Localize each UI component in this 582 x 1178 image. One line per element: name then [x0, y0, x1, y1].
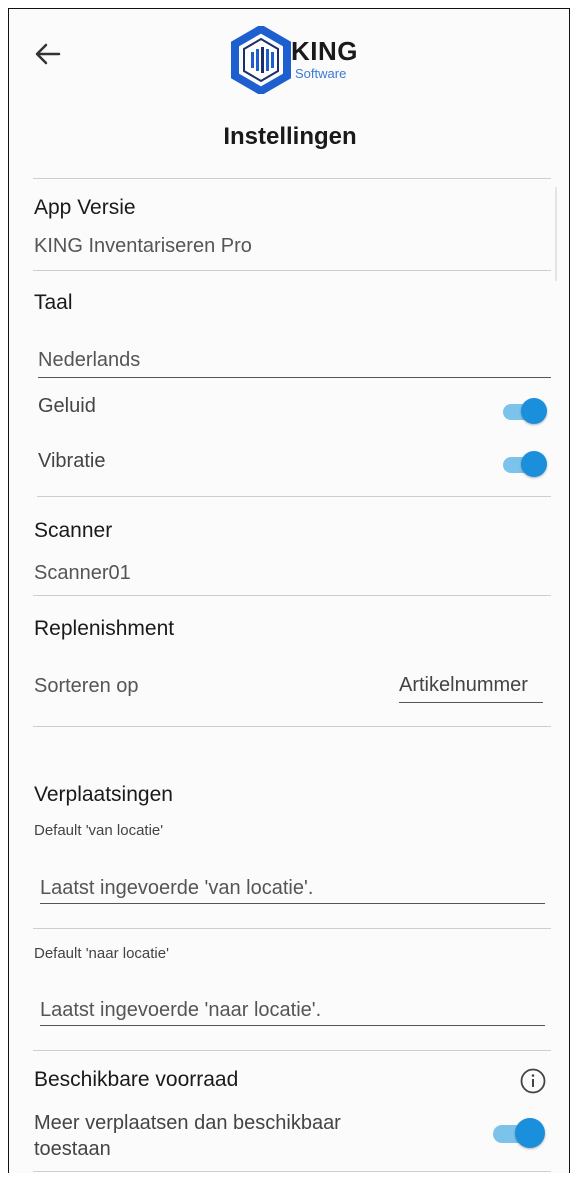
toggle-knob [521, 451, 547, 477]
to-location-label: Default 'naar locatie' [34, 945, 169, 962]
logo-text: KING [291, 36, 358, 66]
divider [33, 1050, 551, 1051]
scrollbar[interactable] [555, 187, 557, 281]
language-underline [38, 377, 551, 378]
divider [33, 1171, 551, 1172]
info-icon[interactable] [519, 1067, 547, 1095]
from-location-input[interactable]: Laatst ingevoerde 'van locatie'. [40, 877, 313, 900]
sort-label: Sorteren op [34, 675, 139, 697]
to-location-underline [40, 1025, 545, 1026]
allow-more-label: Meer verplaatsen dan beschikbaar toestaa… [34, 1110, 341, 1162]
sort-select[interactable]: Artikelnummer [399, 674, 528, 697]
scanner-label: Scanner [34, 519, 113, 542]
logo-subtext: Software [295, 66, 347, 81]
allow-more-line1: Meer verplaatsen dan beschikbaar [34, 1112, 341, 1134]
sound-label: Geluid [38, 395, 96, 417]
app-version-label: App Versie [34, 196, 136, 219]
toggle-knob [515, 1118, 545, 1148]
divider [33, 178, 551, 179]
sound-toggle[interactable] [503, 398, 547, 424]
from-location-underline [40, 903, 545, 904]
divider [33, 270, 551, 271]
sort-underline [399, 702, 543, 703]
king-software-logo: KING Software [231, 24, 371, 96]
language-label: Taal [34, 291, 73, 314]
available-stock-label: Beschikbare voorraad [34, 1068, 239, 1091]
moves-label: Verplaatsingen [34, 783, 173, 806]
divider [33, 726, 551, 727]
to-location-input[interactable]: Laatst ingevoerde 'naar locatie'. [40, 999, 321, 1022]
divider [33, 928, 551, 929]
allow-more-line2: toestaan [34, 1138, 111, 1160]
toggle-knob [521, 398, 547, 424]
language-select[interactable]: Nederlands [38, 349, 140, 372]
divider [33, 595, 551, 596]
app-version-value: KING Inventariseren Pro [34, 235, 252, 257]
from-location-label: Default 'van locatie' [34, 822, 164, 839]
settings-screen: KING Software Instellingen App Versie KI… [8, 8, 570, 1173]
divider [37, 496, 551, 497]
page-title: Instellingen [223, 123, 357, 150]
allow-more-toggle[interactable] [493, 1118, 545, 1148]
scanner-value: Scanner01 [34, 562, 131, 584]
replenishment-label: Replenishment [34, 617, 175, 640]
back-arrow-icon[interactable] [31, 37, 65, 71]
vibration-toggle[interactable] [503, 451, 547, 477]
vibration-label: Vibratie [38, 450, 106, 472]
